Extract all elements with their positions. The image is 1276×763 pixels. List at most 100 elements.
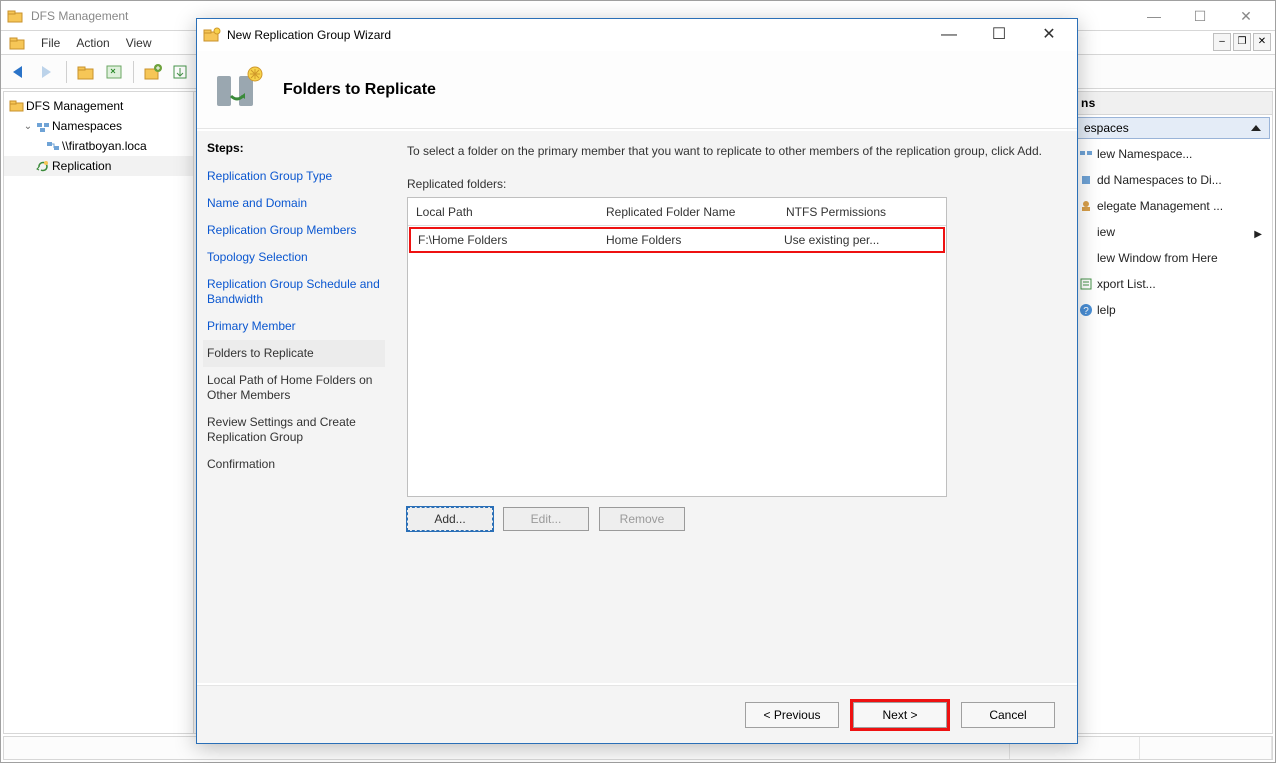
menu-file[interactable]: File: [33, 34, 68, 52]
add-namespace-icon: [1079, 173, 1093, 187]
main-window-controls: ― ☐ ✕: [1131, 2, 1269, 30]
submenu-chevron-icon: ▶: [1254, 229, 1262, 240]
mdi-close-button[interactable]: ✕: [1253, 33, 1271, 51]
remove-folder-button[interactable]: Remove: [599, 507, 685, 531]
wizard-header: Folders to Replicate: [197, 51, 1077, 129]
nav-back-button[interactable]: [7, 60, 31, 84]
main-maximize-button[interactable]: ☐: [1177, 2, 1223, 30]
edit-folder-button[interactable]: Edit...: [503, 507, 589, 531]
col-ntfs-permissions[interactable]: NTFS Permissions: [778, 205, 946, 219]
action-delegate-management-label: elegate Management ...: [1097, 199, 1223, 213]
wizard-window-controls: ― ☐ ✕: [935, 21, 1071, 49]
actions-header: ns: [1073, 92, 1272, 115]
status-cell-3: [1140, 737, 1272, 759]
wizard-title-icon: [203, 27, 221, 43]
wizard-heading: Folders to Replicate: [283, 81, 436, 99]
tree-expander-icon[interactable]: ⌄: [22, 121, 34, 132]
step-review-settings: Review Settings and Create Replication G…: [207, 409, 385, 451]
replicated-folders-label: Replicated folders:: [407, 177, 1059, 191]
tree-namespace-item[interactable]: \\firatboyan.loca: [4, 136, 193, 156]
step-replication-group-members[interactable]: Replication Group Members: [207, 217, 385, 244]
action-view[interactable]: iew ▶: [1073, 219, 1272, 245]
previous-button[interactable]: < Previous: [745, 702, 839, 728]
wizard-titlebar[interactable]: New Replication Group Wizard ― ☐ ✕: [197, 19, 1077, 51]
action-new-window-label: lew Window from Here: [1097, 251, 1218, 265]
action-view-label: iew: [1097, 225, 1115, 239]
tree-namespaces[interactable]: ⌄ Namespaces: [4, 116, 193, 136]
cell-folder-name: Home Folders: [599, 233, 777, 247]
action-new-namespace[interactable]: lew Namespace...: [1073, 141, 1272, 167]
step-confirmation: Confirmation: [207, 451, 385, 478]
menu-view[interactable]: View: [118, 34, 160, 52]
tree-namespace-item-label: \\firatboyan.loca: [62, 139, 147, 153]
action-new-namespace-label: lew Namespace...: [1097, 147, 1192, 161]
new-replication-group-wizard: New Replication Group Wizard ― ☐ ✕ Folde…: [196, 18, 1078, 744]
grid-header: Local Path Replicated Folder Name NTFS P…: [408, 198, 946, 226]
step-name-and-domain[interactable]: Name and Domain: [207, 190, 385, 217]
tree-namespaces-label: Namespaces: [52, 119, 122, 133]
wizard-instruction: To select a folder on the primary member…: [407, 143, 1059, 159]
namespace-item-icon: [44, 139, 62, 153]
delegate-icon: [1079, 199, 1093, 213]
wizard-right-pane: To select a folder on the primary member…: [395, 131, 1077, 683]
actions-pane: ns espaces lew Namespace... dd Namespace…: [1072, 92, 1272, 733]
main-close-button[interactable]: ✕: [1223, 2, 1269, 30]
grid-row[interactable]: F:\Home Folders Home Folders Use existin…: [409, 227, 945, 253]
main-minimize-button[interactable]: ―: [1131, 2, 1177, 30]
toolbar-export-icon[interactable]: [169, 60, 193, 84]
cell-permissions: Use existing per...: [777, 233, 943, 247]
steps-title: Steps:: [207, 141, 385, 155]
actions-section-namespaces[interactable]: espaces: [1075, 117, 1270, 139]
add-folder-button[interactable]: Add...: [407, 507, 493, 531]
wizard-title: New Replication Group Wizard: [227, 28, 391, 42]
action-delegate-management[interactable]: elegate Management ...: [1073, 193, 1272, 219]
next-button[interactable]: Next >: [853, 702, 947, 728]
wizard-steps-pane: Steps: Replication Group Type Name and D…: [197, 131, 395, 683]
dfs-folder-icon: [7, 8, 25, 24]
namespaces-icon: [34, 119, 52, 133]
toolbar-separator: [66, 61, 67, 83]
toolbar-properties-icon[interactable]: [102, 60, 126, 84]
new-namespace-icon: [1079, 147, 1093, 161]
cancel-button[interactable]: Cancel: [961, 702, 1055, 728]
wizard-minimize-button[interactable]: ―: [935, 21, 963, 49]
grid-buttons: Add... Edit... Remove: [407, 507, 1059, 531]
step-schedule-bandwidth[interactable]: Replication Group Schedule and Bandwidth: [207, 271, 385, 313]
toolbar-new-folder-icon[interactable]: [141, 60, 165, 84]
action-help-label: lelp: [1097, 303, 1116, 317]
action-add-namespaces[interactable]: dd Namespaces to Di...: [1073, 167, 1272, 193]
col-replicated-folder-name[interactable]: Replicated Folder Name: [598, 205, 778, 219]
action-new-window[interactable]: lew Window from Here: [1073, 245, 1272, 271]
step-replication-group-type[interactable]: Replication Group Type: [207, 163, 385, 190]
svg-text:?: ?: [1083, 306, 1089, 317]
wizard-body: Steps: Replication Group Type Name and D…: [197, 131, 1077, 683]
step-topology-selection[interactable]: Topology Selection: [207, 244, 385, 271]
navigation-tree[interactable]: DFS Management ⌄ Namespaces \\firatboyan…: [4, 92, 194, 733]
action-help[interactable]: ? lelp: [1073, 297, 1272, 323]
menu-action[interactable]: Action: [68, 34, 117, 52]
tree-root[interactable]: DFS Management: [4, 96, 193, 116]
collapse-caret-icon: [1251, 125, 1261, 131]
tree-root-label: DFS Management: [26, 99, 123, 113]
mdi-minimize-button[interactable]: –: [1213, 33, 1231, 51]
main-title: DFS Management: [31, 9, 128, 23]
dfs-root-icon: [8, 99, 26, 113]
mdi-controls: – ❐ ✕: [1213, 33, 1271, 51]
step-folders-to-replicate[interactable]: Folders to Replicate: [203, 340, 385, 367]
replication-icon: [34, 159, 52, 173]
nav-forward-button[interactable]: [35, 60, 59, 84]
help-icon: ?: [1079, 303, 1093, 317]
actions-section-label: espaces: [1084, 121, 1129, 135]
col-local-path[interactable]: Local Path: [408, 205, 598, 219]
toolbar-folder-icon[interactable]: [74, 60, 98, 84]
replicated-folders-grid[interactable]: Local Path Replicated Folder Name NTFS P…: [407, 197, 947, 497]
action-export-list[interactable]: xport List...: [1073, 271, 1272, 297]
wizard-close-button[interactable]: ✕: [1035, 21, 1063, 49]
step-primary-member[interactable]: Primary Member: [207, 313, 385, 340]
tree-replication[interactable]: Replication: [4, 156, 193, 176]
mdi-restore-button[interactable]: ❐: [1233, 33, 1251, 51]
action-export-list-label: xport List...: [1097, 277, 1156, 291]
wizard-footer: < Previous Next > Cancel: [197, 685, 1077, 743]
tree-replication-label: Replication: [52, 159, 111, 173]
wizard-maximize-button[interactable]: ☐: [985, 21, 1013, 49]
